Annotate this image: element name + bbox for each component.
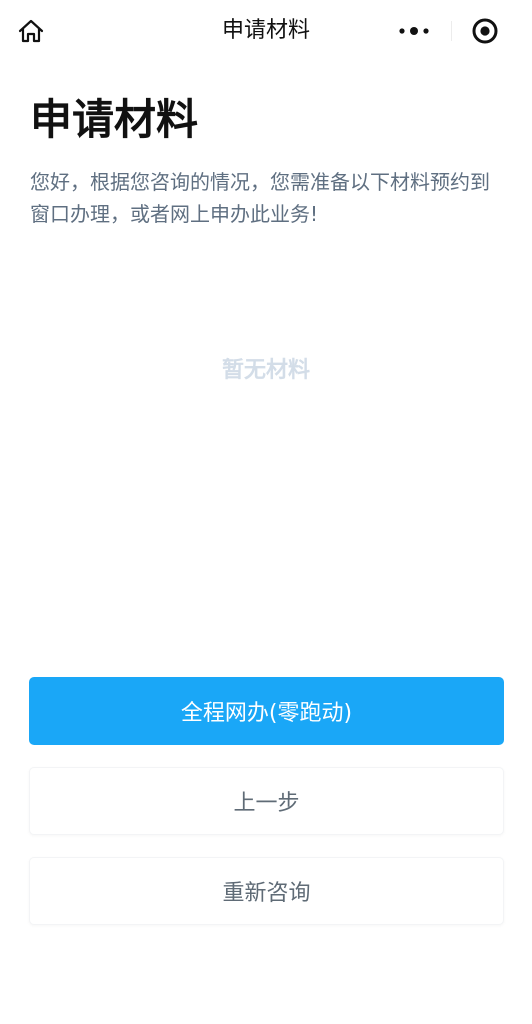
page-title: 申请材料 — [30, 95, 199, 144]
previous-step-button[interactable]: 上一步 — [29, 767, 504, 835]
page: 申请材料 申请材料 您好，根据您咨询的情况，您需准备以下材料预约到窗口办理，或者… — [0, 0, 532, 1024]
close-button[interactable] — [470, 16, 500, 46]
capsule-menu — [384, 12, 518, 50]
more-dots-icon — [399, 27, 429, 35]
online-apply-button[interactable]: 全程网办(零跑动) — [29, 677, 504, 745]
target-close-icon — [472, 18, 498, 44]
online-apply-label: 全程网办(零跑动) — [180, 701, 353, 726]
reconsult-button[interactable]: 重新咨询 — [29, 857, 504, 925]
nav-bar: 申请材料 — [0, 0, 532, 62]
intro-text: 您好，根据您咨询的情况，您需准备以下材料预约到窗口办理，或者网上申办此业务! — [30, 170, 490, 226]
empty-materials-text: 暂无材料 — [221, 358, 310, 383]
more-button[interactable] — [392, 16, 436, 46]
capsule-divider — [451, 21, 452, 41]
previous-step-label: 上一步 — [233, 791, 300, 816]
reconsult-label: 重新咨询 — [222, 881, 311, 906]
